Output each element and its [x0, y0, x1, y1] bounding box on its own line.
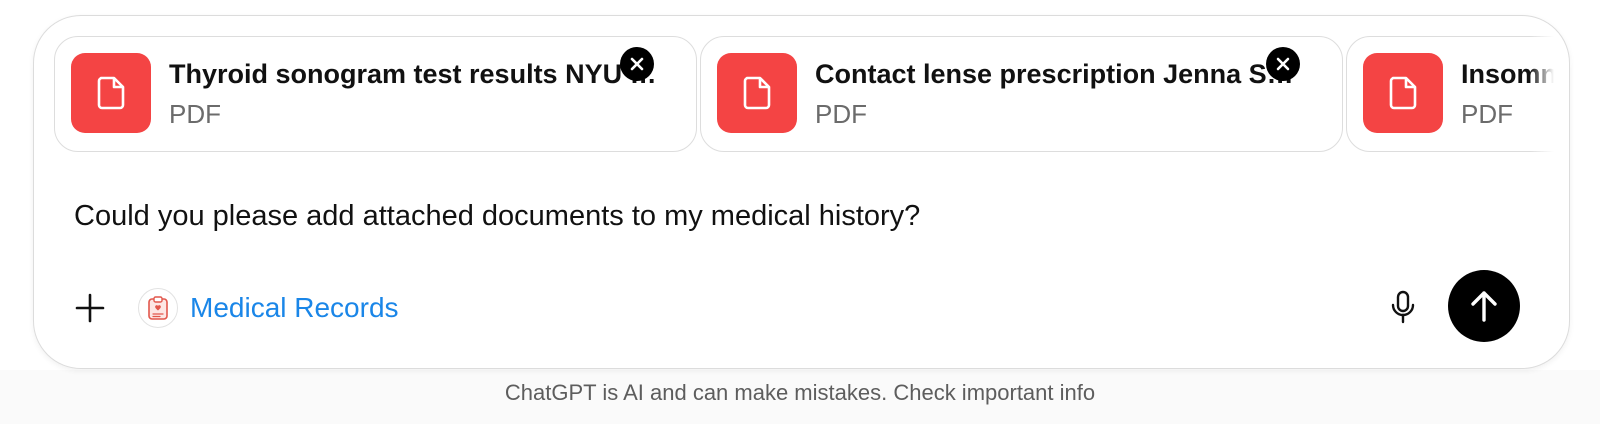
add-attachment-button[interactable] [66, 284, 114, 332]
close-icon [630, 57, 644, 71]
disclaimer-text: ChatGPT is AI and can make mistakes. Che… [504, 380, 1096, 405]
remove-attachment-button[interactable] [1266, 47, 1300, 81]
scroll-fade [1530, 36, 1554, 154]
attachment-type: PDF [1461, 99, 1513, 129]
chat-composer-page: Thyroid sonogram test results NYU … PDF … [0, 0, 1600, 424]
attachment-type: PDF [815, 99, 867, 129]
clipboard-heart-icon [138, 288, 178, 328]
attachment-card[interactable]: Thyroid sonogram test results NYU … PDF [54, 36, 697, 152]
message-composer: Thyroid sonogram test results NYU … PDF … [33, 15, 1570, 369]
remove-attachment-button[interactable] [620, 47, 654, 81]
medical-records-tool[interactable]: Medical Records [138, 286, 399, 330]
document-icon [71, 53, 151, 133]
close-icon [1276, 57, 1290, 71]
send-button[interactable] [1448, 270, 1520, 342]
message-input[interactable]: Could you please add attached documents … [74, 200, 920, 233]
attachment-card[interactable]: Insomnia PDF [1346, 36, 1554, 152]
attachment-name: Thyroid sonogram test results NYU … [169, 59, 657, 89]
attachment-list: Thyroid sonogram test results NYU … PDF … [54, 36, 1554, 154]
document-icon [717, 53, 797, 133]
tool-label: Medical Records [190, 292, 399, 323]
plus-icon [75, 293, 105, 323]
attachment-card[interactable]: Contact lense prescription Jenna S… PDF [700, 36, 1343, 152]
voice-input-button[interactable] [1378, 282, 1428, 332]
document-icon [1363, 53, 1443, 133]
attachment-name: Contact lense prescription Jenna S… [815, 59, 1294, 89]
arrow-up-icon [1471, 291, 1497, 322]
attachment-type: PDF [169, 99, 221, 129]
microphone-icon [1391, 290, 1415, 324]
